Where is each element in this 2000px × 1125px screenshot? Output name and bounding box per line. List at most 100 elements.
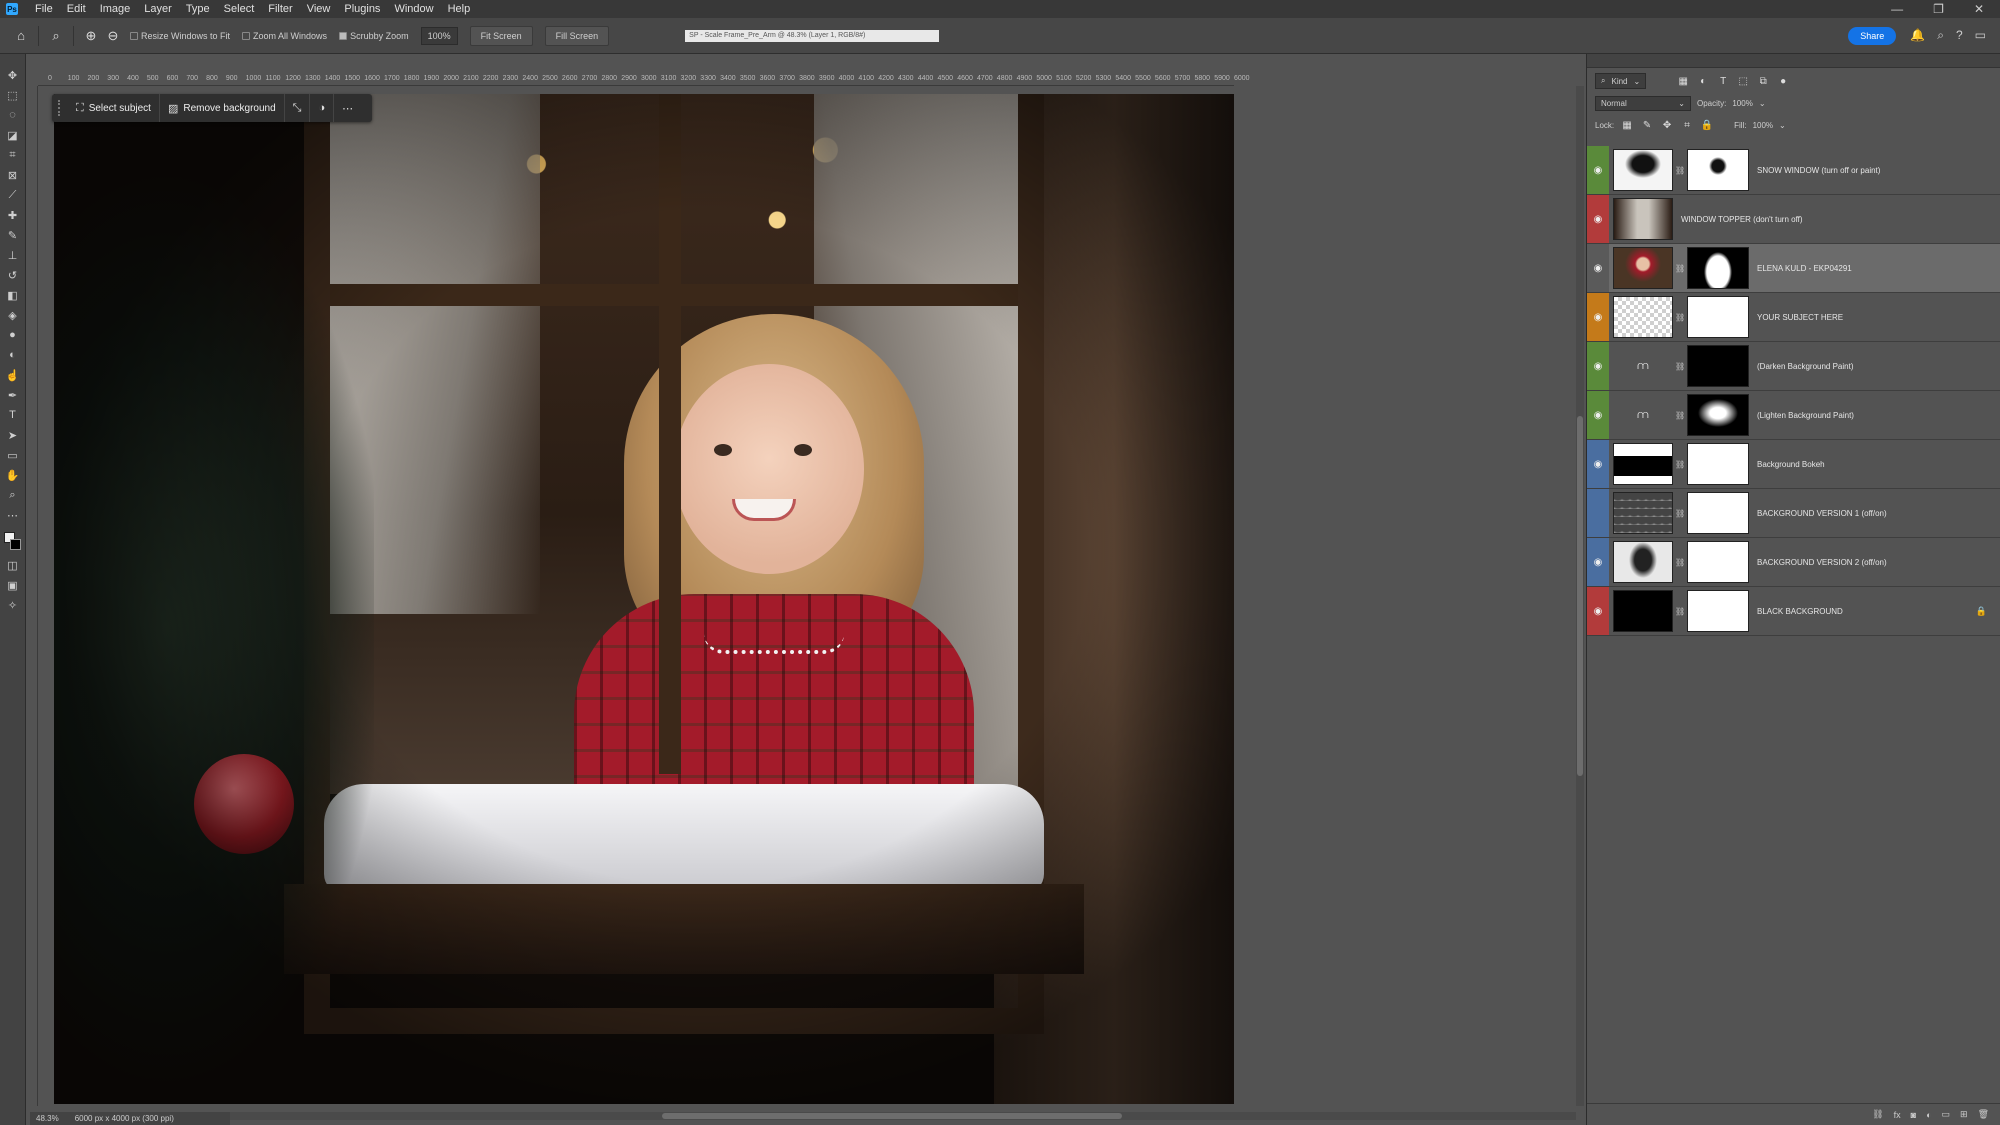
- zoom-in-icon[interactable]: ⊕: [80, 25, 102, 47]
- chevron-down-icon[interactable]: ⌄: [1759, 99, 1766, 108]
- layer-row[interactable]: ◉ ⛓ YOUR SUBJECT HERE: [1587, 293, 2000, 342]
- curves-adjustment-icon[interactable]: ⩋: [1613, 345, 1673, 387]
- layer-thumbnail[interactable]: [1613, 198, 1673, 240]
- new-adjustment-icon[interactable]: ◐: [1926, 1110, 1931, 1120]
- layer-row[interactable]: ◉ ⛓ BACKGROUND VERSION 1 (off/on): [1587, 489, 2000, 538]
- restore-button[interactable]: ❐: [1933, 2, 1944, 16]
- horizontal-scroll-thumb[interactable]: [662, 1113, 1122, 1119]
- menu-help[interactable]: Help: [441, 3, 478, 15]
- chain-link-icon[interactable]: ⛓: [1675, 411, 1685, 420]
- drag-handle[interactable]: [58, 100, 62, 116]
- layer-visibility-toggle[interactable]: ◉: [1587, 440, 1609, 488]
- minimize-button[interactable]: —: [1891, 2, 1903, 16]
- chevron-down-icon[interactable]: ⌄: [1779, 121, 1786, 130]
- layer-thumbnail[interactable]: [1613, 149, 1673, 191]
- layer-mask-thumbnail[interactable]: [1687, 492, 1749, 534]
- layer-visibility-toggle[interactable]: ◉: [1587, 342, 1609, 390]
- layer-row[interactable]: ◉ ⛓ BLACK BACKGROUND 🔒: [1587, 587, 2000, 636]
- chain-link-icon[interactable]: ⛓: [1675, 264, 1685, 273]
- blend-mode-dropdown[interactable]: Normal ⌄: [1595, 95, 1691, 111]
- lock-position-icon[interactable]: ✥: [1660, 120, 1674, 131]
- layer-name[interactable]: Background Bokeh: [1757, 460, 1825, 469]
- lock-pixels-icon[interactable]: ✎: [1640, 120, 1654, 131]
- menu-plugins[interactable]: Plugins: [337, 3, 387, 15]
- zoom-level[interactable]: 48.3%: [36, 1114, 59, 1123]
- layer-row[interactable]: ◉ ⛓ SNOW WINDOW (turn off or paint): [1587, 146, 2000, 195]
- search-icon[interactable]: ⌕: [1937, 28, 1944, 43]
- new-layer-icon[interactable]: ⊞: [1960, 1109, 1968, 1120]
- marquee-tool-icon[interactable]: ⬚: [4, 88, 22, 102]
- layer-row[interactable]: ◉ ⛓ Background Bokeh: [1587, 440, 2000, 489]
- layer-row[interactable]: ◉ ⛓ BACKGROUND VERSION 2 (off/on): [1587, 538, 2000, 587]
- vertical-scroll-thumb[interactable]: [1577, 416, 1583, 776]
- document-tab[interactable]: SP - Scale Frame_Pre_Arm @ 48.3% (Layer …: [685, 29, 940, 42]
- layer-row[interactable]: ◉ WINDOW TOPPER (don't turn off): [1587, 195, 2000, 244]
- chain-link-icon[interactable]: ⛓: [1675, 362, 1685, 371]
- select-subject-button[interactable]: ⛶ Select subject: [68, 94, 159, 122]
- background-color-swatch[interactable]: [9, 539, 21, 550]
- more-options-button[interactable]: ⋯: [333, 94, 361, 122]
- layer-thumbnail[interactable]: [1613, 247, 1673, 289]
- layer-row[interactable]: ◉ ⩋ ⛓ (Darken Background Paint): [1587, 342, 2000, 391]
- remove-background-button[interactable]: ▨ Remove background: [158, 94, 284, 122]
- layer-visibility-toggle[interactable]: ◉: [1587, 146, 1609, 194]
- layer-name[interactable]: BACKGROUND VERSION 2 (off/on): [1757, 558, 1887, 567]
- resize-windows-checkbox[interactable]: Resize Windows to Fit: [130, 31, 230, 41]
- fit-screen-button[interactable]: Fit Screen: [469, 25, 533, 46]
- layer-mask-thumbnail[interactable]: [1687, 541, 1749, 583]
- layer-mask-thumbnail[interactable]: [1687, 296, 1749, 338]
- layer-visibility-toggle[interactable]: ◉: [1587, 195, 1609, 243]
- layer-mask-thumbnail[interactable]: [1687, 247, 1749, 289]
- clone-stamp-tool-icon[interactable]: ⊥: [4, 248, 22, 262]
- link-layers-icon[interactable]: ⛓: [1872, 1109, 1883, 1120]
- opacity-value[interactable]: 100%: [1732, 99, 1752, 108]
- layer-name[interactable]: BACKGROUND VERSION 1 (off/on): [1757, 509, 1887, 518]
- layer-name[interactable]: ELENA KULD - EKP04291: [1757, 264, 1852, 273]
- layer-name[interactable]: (Darken Background Paint): [1757, 362, 1854, 371]
- scrubby-zoom-checkbox[interactable]: Scrubby Zoom: [339, 31, 409, 41]
- vertical-ruler[interactable]: [30, 86, 38, 1106]
- menu-image[interactable]: Image: [93, 3, 138, 15]
- zoom-tool-icon[interactable]: ⌕: [45, 25, 67, 47]
- zoom-all-windows-checkbox[interactable]: Zoom All Windows: [242, 31, 327, 41]
- layer-mask-thumbnail[interactable]: [1687, 443, 1749, 485]
- pen-tool-icon[interactable]: ✒: [4, 388, 22, 402]
- zoom-tool-icon[interactable]: ⌕: [4, 488, 22, 502]
- history-brush-tool-icon[interactable]: ↺: [4, 268, 22, 282]
- eraser-tool-icon[interactable]: ◧: [4, 288, 22, 302]
- layer-visibility-toggle[interactable]: ◉: [1587, 244, 1609, 292]
- shape-filter-icon[interactable]: ⬚: [1736, 76, 1750, 87]
- type-tool-icon[interactable]: T: [4, 408, 22, 422]
- layer-visibility-toggle[interactable]: ◉: [1587, 489, 1609, 537]
- adjustment-button[interactable]: ◑: [309, 94, 333, 122]
- layer-visibility-toggle[interactable]: ◉: [1587, 391, 1609, 439]
- delete-layer-icon[interactable]: 🗑: [1978, 1109, 1989, 1120]
- horizontal-ruler[interactable]: 0 100 200 300 400 500 600 700 800 900 1000 1100 1200…: [38, 70, 1250, 86]
- smart-object-filter-icon[interactable]: ⧉: [1756, 76, 1770, 87]
- quick-mask-icon[interactable]: ◫: [4, 558, 22, 572]
- filter-toggle-icon[interactable]: ●: [1776, 76, 1790, 87]
- menu-file[interactable]: File: [28, 3, 60, 15]
- menu-layer[interactable]: Layer: [137, 3, 179, 15]
- layer-thumbnail[interactable]: [1613, 541, 1673, 583]
- adjustment-filter-icon[interactable]: ◐: [1696, 76, 1710, 87]
- smudge-tool-icon[interactable]: ☝: [4, 368, 22, 382]
- chain-link-icon[interactable]: ⛓: [1675, 460, 1685, 469]
- chain-link-icon[interactable]: ⛓: [1675, 558, 1685, 567]
- lock-transparent-icon[interactable]: ▦: [1620, 120, 1634, 131]
- layer-mask-thumbnail[interactable]: [1687, 149, 1749, 191]
- paint-bucket-tool-icon[interactable]: ◈: [4, 308, 22, 322]
- eyedropper-tool-icon[interactable]: ⟋: [4, 188, 22, 202]
- chain-link-icon[interactable]: ⛓: [1675, 313, 1685, 322]
- layer-mask-thumbnail[interactable]: [1687, 345, 1749, 387]
- layer-mask-thumbnail[interactable]: [1687, 590, 1749, 632]
- hand-tool-icon[interactable]: ✋: [4, 468, 22, 482]
- more-tools-icon[interactable]: ⋯: [4, 508, 22, 522]
- layer-row[interactable]: ◉ ⛓ ELENA KULD - EKP04291: [1587, 244, 2000, 293]
- screen-mode-icon[interactable]: ▣: [4, 578, 22, 592]
- menu-type[interactable]: Type: [179, 3, 217, 15]
- menu-select[interactable]: Select: [217, 3, 262, 15]
- menu-edit[interactable]: Edit: [60, 3, 93, 15]
- lasso-tool-icon[interactable]: ◌: [4, 108, 22, 122]
- menu-view[interactable]: View: [300, 3, 338, 15]
